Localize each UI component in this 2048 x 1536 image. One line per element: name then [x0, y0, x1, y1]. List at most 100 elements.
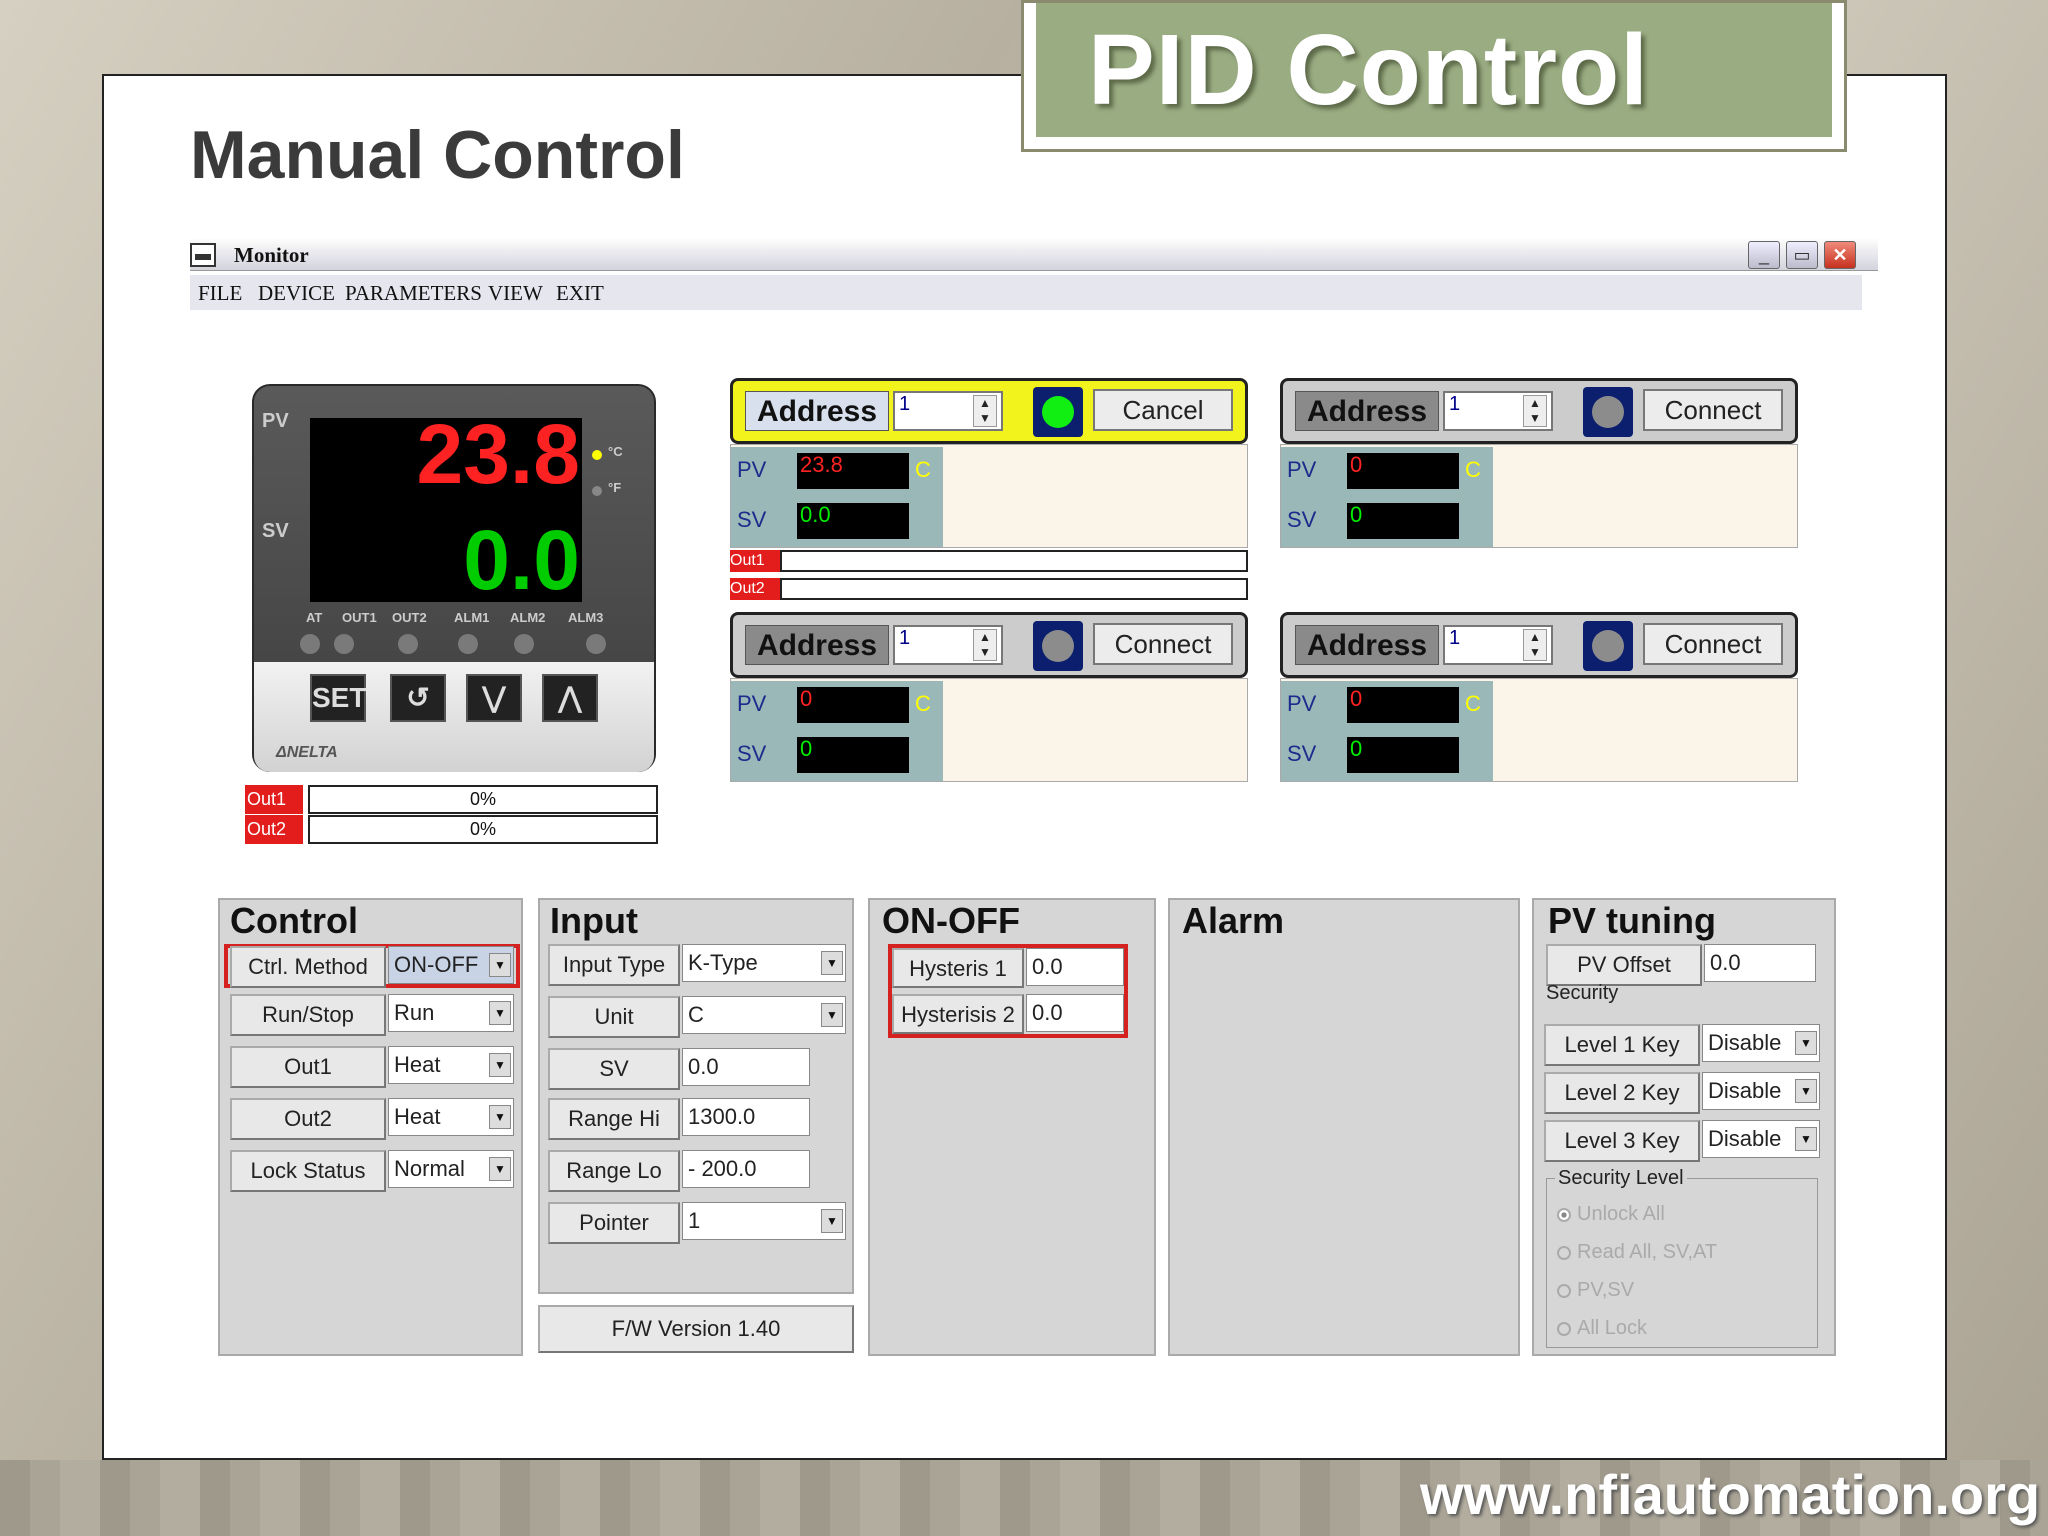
restore-button[interactable]: ▭ [1786, 241, 1818, 269]
security-label: Security [1546, 982, 1619, 1004]
channel-3-values: PV 0 C SV 0 [730, 678, 1248, 782]
unit-label: C [1465, 691, 1481, 716]
out2-label: Out2 [230, 1098, 386, 1140]
sv-input[interactable]: 0.0 [682, 1048, 810, 1086]
channel-1-header: Address 1 ▲ ▼ Cancel [730, 378, 1248, 444]
sv-label: SV [737, 741, 767, 766]
address-label: Address [745, 625, 889, 665]
up-key[interactable]: ⋀ [542, 674, 598, 722]
radio-unlock-all[interactable]: Unlock All [1557, 1203, 1665, 1226]
unit-label: C [1465, 457, 1481, 482]
address-spinner[interactable]: ▲ ▼ [973, 629, 997, 661]
menu-bar: FILE DEVICE PARAMETERS VIEW EXIT [190, 275, 1862, 310]
address-label: Address [1295, 625, 1439, 665]
pv-tuning-title: PV tuning [1548, 900, 1716, 941]
menu-exit[interactable]: EXIT [556, 281, 604, 306]
down-key[interactable]: ⋁ [466, 674, 522, 722]
channel-4-sv: 0 [1347, 737, 1459, 773]
pointer-select[interactable]: 1 ▼ [682, 1202, 846, 1240]
page-title: PID Control [1088, 14, 1649, 126]
pv-label: PV [737, 691, 767, 716]
range-lo-input[interactable]: - 200.0 [682, 1150, 810, 1188]
range-hi-input[interactable]: 1300.0 [682, 1098, 810, 1136]
indicator-alm3-led [586, 634, 606, 654]
address-input[interactable]: 1 ▲ ▼ [893, 625, 1003, 665]
device-out1-label: Out1 [245, 785, 303, 814]
radio-read-all[interactable]: Read All, SV,AT [1557, 1241, 1717, 1264]
chevron-down-icon: ▼ [489, 1053, 511, 1077]
ctrl-method-select[interactable]: ON-OFF ▼ [388, 946, 514, 984]
address-spinner[interactable]: ▲ ▼ [1523, 395, 1547, 427]
cycle-key[interactable]: ↺ [390, 674, 446, 722]
device-pv-label: PV [262, 410, 289, 432]
connect-button[interactable]: Connect [1643, 389, 1783, 431]
address-label: Address [1295, 391, 1439, 431]
sv-label: SV [548, 1048, 680, 1090]
channel-3-header: Address 1 ▲ ▼ Connect [730, 612, 1248, 678]
monitor-icon [190, 243, 216, 267]
address-spinner[interactable]: ▲ ▼ [973, 395, 997, 427]
chevron-down-icon: ▼ [1795, 1031, 1817, 1055]
channel-2-pv: 0 [1347, 453, 1459, 489]
level-1-key-select[interactable]: Disable ▼ [1702, 1024, 1820, 1062]
set-key[interactable]: SET [310, 674, 366, 722]
alarm-title: Alarm [1182, 900, 1285, 941]
menu-parameters[interactable]: PARAMETERS [345, 281, 482, 306]
indicator-out1-led [334, 634, 354, 654]
level-3-key-select[interactable]: Disable ▼ [1702, 1120, 1820, 1158]
unit-select[interactable]: C ▼ [682, 996, 846, 1034]
title-box: PID Control [1021, 0, 1847, 152]
connect-button[interactable]: Connect [1643, 623, 1783, 665]
lock-status-label: Lock Status [230, 1150, 386, 1192]
ctrl-method-label: Ctrl. Method [230, 946, 386, 988]
onoff-title: ON-OFF [882, 900, 1020, 941]
brand-logo: ΔNELTA [276, 744, 338, 761]
chevron-down-icon: ▼ [1795, 1127, 1817, 1151]
radio-all-lock[interactable]: All Lock [1557, 1317, 1647, 1340]
pv-offset-input[interactable]: 0.0 [1704, 944, 1816, 982]
hysteresis-2-input[interactable]: 0.0 [1026, 994, 1124, 1032]
channel-1-out1-bar [780, 550, 1248, 572]
indicator-out2-label: OUT2 [392, 610, 427, 625]
lock-status-select[interactable]: Normal ▼ [388, 1150, 514, 1188]
level-2-key-label: Level 2 Key [1544, 1072, 1700, 1114]
connection-status [1583, 621, 1633, 671]
connect-button[interactable]: Connect [1093, 623, 1233, 665]
address-input[interactable]: 1 ▲ ▼ [893, 391, 1003, 431]
connection-led-icon [1592, 396, 1624, 428]
radio-pv-sv[interactable]: PV,SV [1557, 1279, 1634, 1302]
out1-select[interactable]: Heat ▼ [388, 1046, 514, 1084]
hysteresis-2-label: Hysterisis 2 [892, 994, 1024, 1034]
unit-label: Unit [548, 996, 680, 1038]
fw-version-button[interactable]: F/W Version 1.40 [538, 1305, 854, 1353]
out2-select[interactable]: Heat ▼ [388, 1098, 514, 1136]
address-input[interactable]: 1 ▲ ▼ [1443, 391, 1553, 431]
device-out2-bar: 0% [308, 815, 658, 844]
input-type-select[interactable]: K-Type ▼ [682, 944, 846, 982]
menu-file[interactable]: FILE [198, 281, 242, 306]
celsius-led [592, 450, 602, 460]
range-hi-label: Range Hi [548, 1098, 680, 1140]
address-input[interactable]: 1 ▲ ▼ [1443, 625, 1553, 665]
pv-label: PV [737, 457, 767, 482]
controller-device: PV SV 23.8 0.0 °C °F AT OUT1 OUT2 ALM1 A… [252, 384, 656, 772]
address-spinner[interactable]: ▲ ▼ [1523, 629, 1547, 661]
pointer-label: Pointer [548, 1202, 680, 1244]
security-level-group: Security Level Unlock All Read All, SV,A… [1546, 1167, 1818, 1348]
run-stop-label: Run/Stop [230, 994, 386, 1036]
channel-1-out2-bar [780, 578, 1248, 600]
minimize-button[interactable]: _ [1748, 241, 1780, 269]
level-2-key-select[interactable]: Disable ▼ [1702, 1072, 1820, 1110]
indicator-out1-label: OUT1 [342, 610, 377, 625]
channel-2-sv: 0 [1347, 503, 1459, 539]
run-stop-select[interactable]: Run ▼ [388, 994, 514, 1032]
menu-device[interactable]: DEVICE [258, 281, 335, 306]
hysteresis-1-input[interactable]: 0.0 [1026, 948, 1124, 986]
close-button[interactable]: ✕ [1824, 241, 1856, 269]
connection-status [1033, 621, 1083, 671]
cancel-button[interactable]: Cancel [1093, 389, 1233, 431]
indicator-alm1-label: ALM1 [454, 610, 490, 625]
celsius-label: °C [608, 444, 623, 459]
menu-view[interactable]: VIEW [488, 281, 543, 306]
connection-status [1583, 387, 1633, 437]
